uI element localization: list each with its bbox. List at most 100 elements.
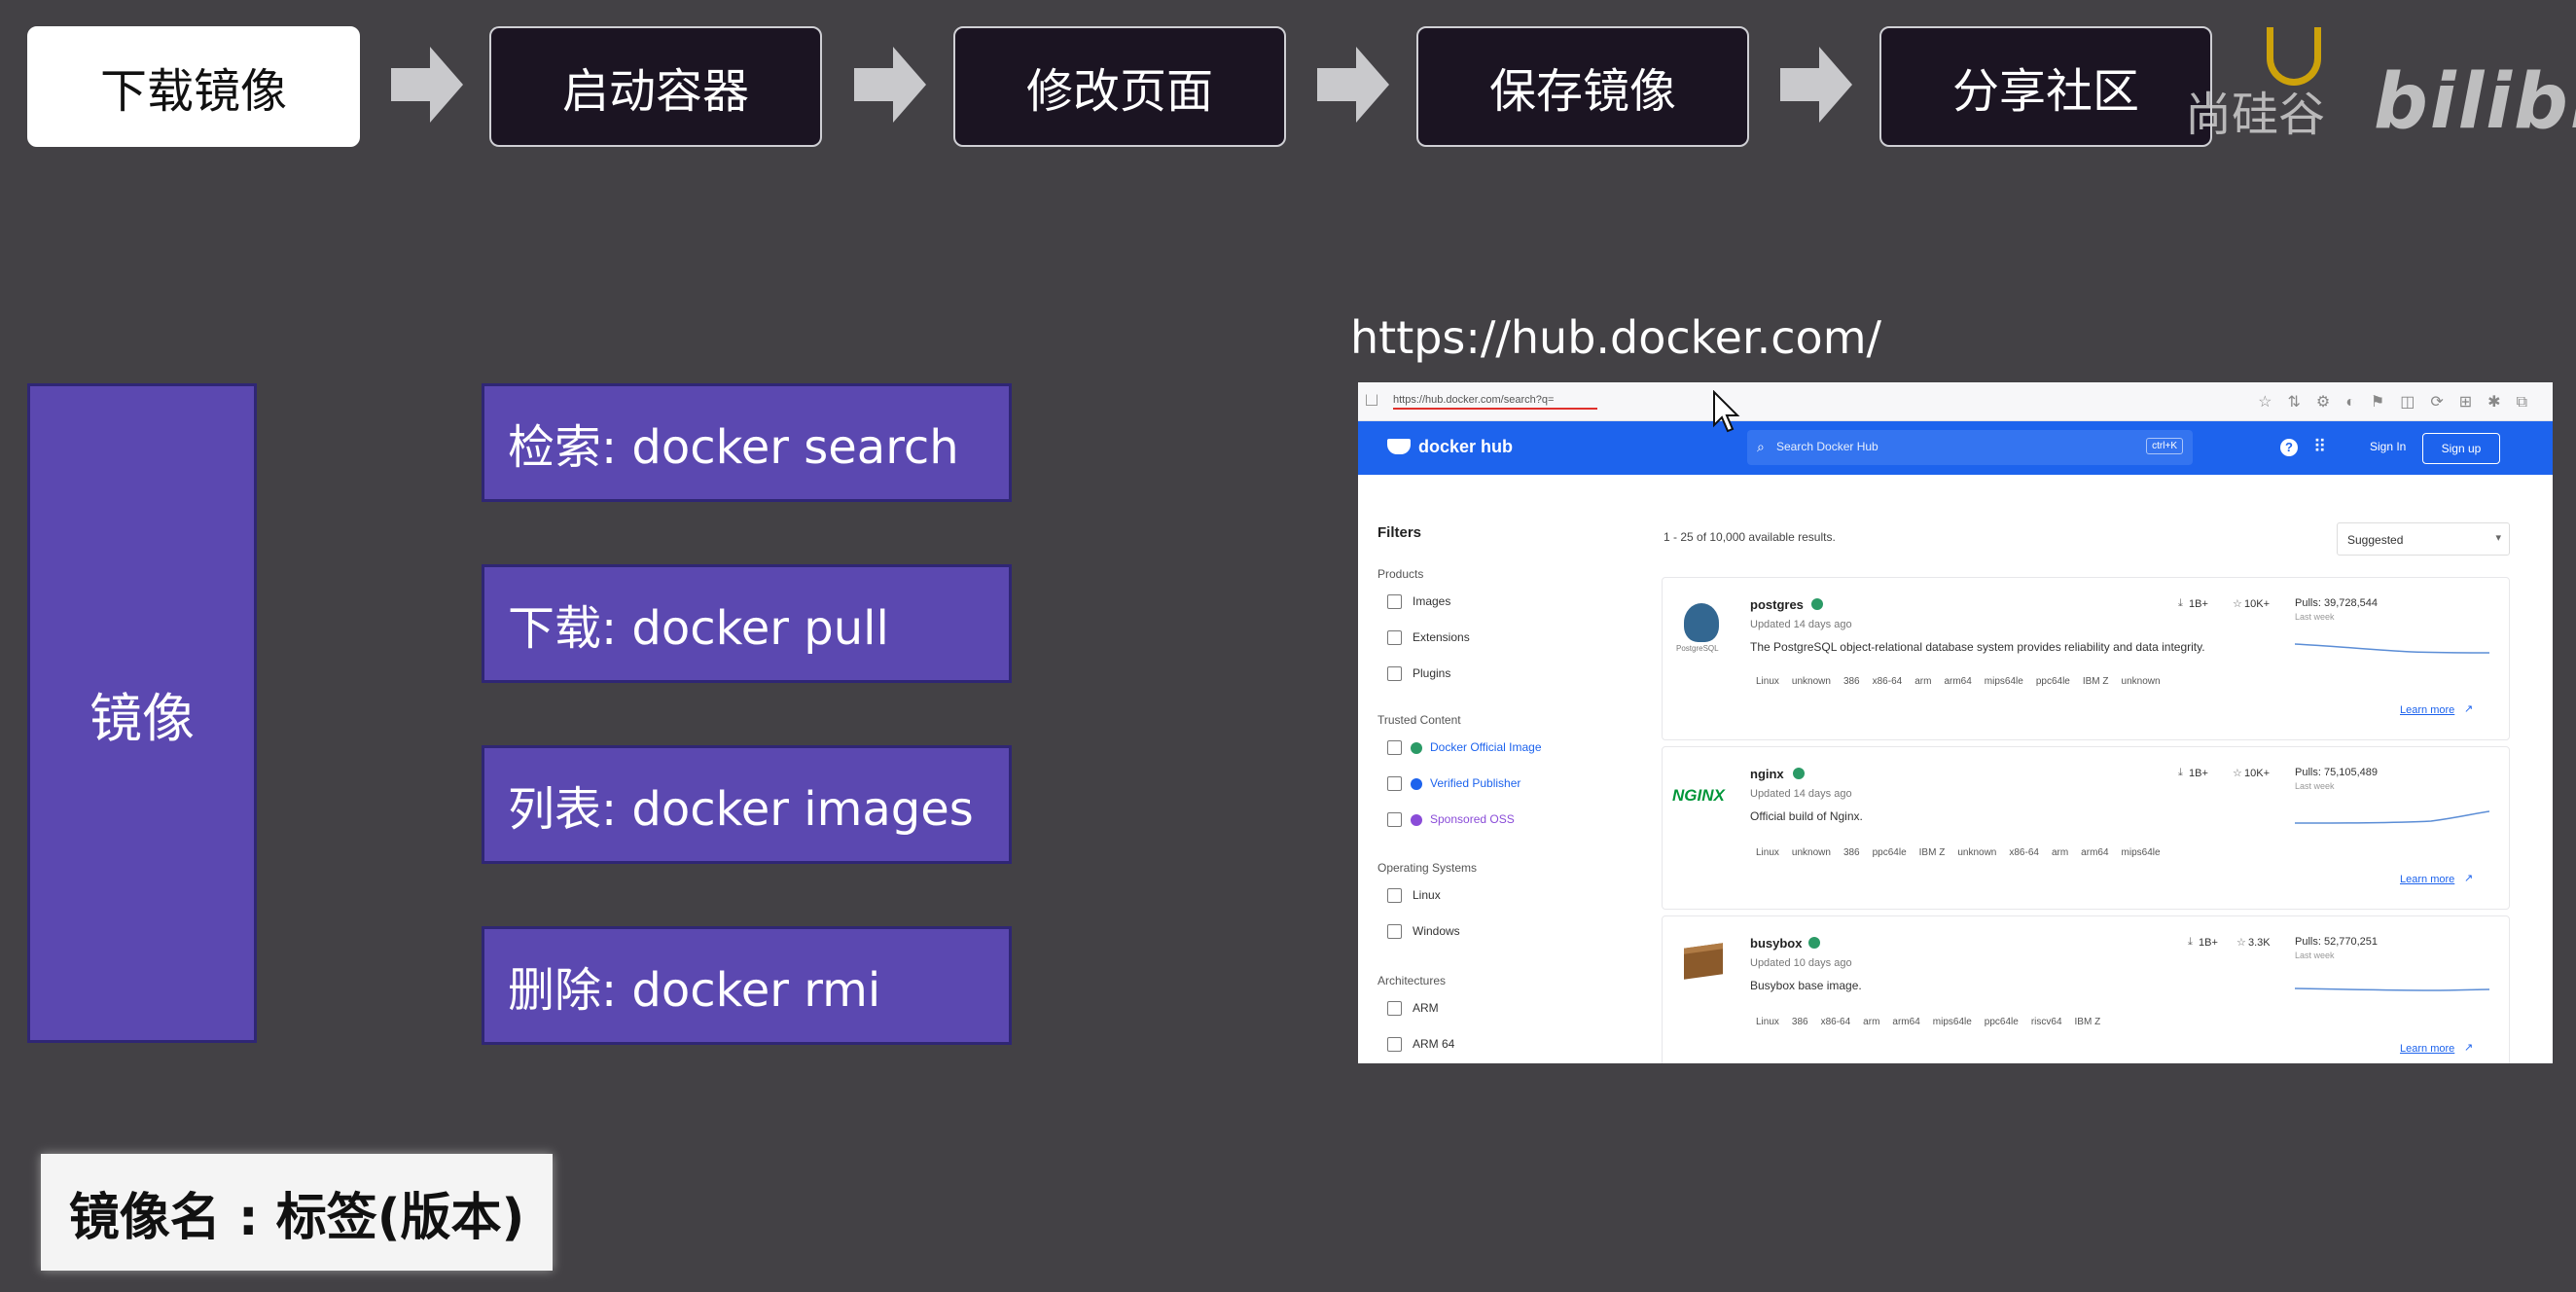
learn-more-link[interactable]: Learn more <box>2400 704 2454 716</box>
flow-step-start-container: 启动容器 <box>489 26 822 147</box>
browser-address-bar[interactable]: https://hub.docker.com/search?q= ☆⇅⚙◐⚑◫⟳… <box>1358 382 2553 421</box>
dockerhub-logo[interactable]: docker hub <box>1418 437 1513 457</box>
sign-up-button[interactable]: Sign up <box>2422 433 2500 464</box>
busybox-box-icon <box>1684 943 1723 980</box>
tag: Linux <box>1756 847 1779 858</box>
search-shortcut-badge: ctrl+K <box>2146 438 2183 454</box>
tag: arm <box>2051 847 2069 858</box>
downloads-count: 1B+ <box>2189 598 2208 610</box>
result-tags: Linux unknown 386 ppc64le IBM Z unknown x86-64… <box>1756 843 2173 860</box>
external-link-icon: ↗ <box>2464 703 2474 715</box>
result-card-busybox[interactable]: busybox Updated 10 days ago Busybox base… <box>1662 915 2510 1063</box>
dockerhub-header: docker hub ⌕ Search Docker Hub ctrl+K ? … <box>1358 421 2553 475</box>
result-name[interactable]: nginx <box>1750 767 1784 781</box>
image-tag-note: 镜像名 : 标签(版本) <box>41 1154 553 1271</box>
external-link-icon: ↗ <box>2464 873 2474 884</box>
chevron-down-icon: ▾ <box>2495 532 2501 544</box>
tag: arm <box>1914 676 1932 687</box>
pulls-count: Pulls: 52,770,251 <box>2295 936 2379 948</box>
cmd-search: 检索: docker search <box>482 383 1012 502</box>
filter-checkbox-verified[interactable] <box>1387 776 1402 791</box>
pulls-sparkline <box>2295 643 2489 654</box>
dockerhub-screenshot: https://hub.docker.com/search?q= ☆⇅⚙◐⚑◫⟳… <box>1358 382 2553 1063</box>
search-icon: ⌕ <box>1757 439 1765 454</box>
tag: mips64le <box>2121 847 2161 858</box>
cmd-rmi: 删除: docker rmi <box>482 926 1012 1045</box>
result-description: Official build of Nginx. <box>1750 809 1863 823</box>
help-icon[interactable]: ? <box>2280 439 2298 456</box>
filter-label: ARM 64 <box>1413 1037 1455 1051</box>
filter-checkbox-plugins[interactable] <box>1387 666 1402 681</box>
arrow-right-icon <box>1317 47 1389 123</box>
arrow-right-icon <box>854 47 926 123</box>
filter-checkbox-arm[interactable] <box>1387 1001 1402 1016</box>
result-updated: Updated 14 days ago <box>1750 619 1852 630</box>
tag: IBM Z <box>1918 847 1946 858</box>
filter-group-trusted: Trusted Content <box>1377 713 1461 727</box>
flow-step-modify-page: 修改页面 <box>953 26 1286 147</box>
filter-label: Extensions <box>1413 630 1470 644</box>
tag: ppc64le <box>1872 847 1907 858</box>
tag: arm64 <box>2081 847 2109 858</box>
watermark-site: bilibili <box>2374 58 2576 146</box>
filter-checkbox-images[interactable] <box>1387 594 1402 609</box>
result-description: The PostgreSQL object-relational databas… <box>1750 640 2205 654</box>
home-icon[interactable] <box>1366 394 1377 406</box>
last-week-label: Last week <box>2295 781 2335 791</box>
result-card-postgres[interactable]: PostgreSQL postgres Updated 14 days ago … <box>1662 577 2510 740</box>
hub-url[interactable]: https://hub.docker.com/ <box>1350 311 1881 364</box>
browser-toolbar-icons[interactable]: ☆⇅⚙◐⚑◫⟳⊞✱⧉ <box>2258 392 2543 412</box>
official-badge-icon <box>1411 742 1422 754</box>
tag: ppc64le <box>2035 676 2070 687</box>
result-tags: Linux 386 x86-64 arm arm64 mips64le ppc64le ris… <box>1756 1012 2113 1029</box>
filter-checkbox-official[interactable] <box>1387 740 1402 755</box>
tag: unknown <box>1791 847 1831 858</box>
tag: IBM Z <box>2082 676 2109 687</box>
result-name[interactable]: postgres <box>1750 597 1804 612</box>
sign-in-link[interactable]: Sign In <box>2370 440 2406 453</box>
stars-count: 10K+ <box>2244 768 2270 779</box>
watermark-org: 尚硅谷 <box>2185 88 2326 142</box>
result-name[interactable]: busybox <box>1750 936 1802 951</box>
postgres-elephant-icon <box>1684 603 1719 642</box>
downloads-count: 1B+ <box>2189 768 2208 779</box>
result-description: Busybox base image. <box>1750 979 1862 992</box>
tag: 386 <box>1843 676 1860 687</box>
star-icon: ☆ <box>2233 598 2242 610</box>
sort-select[interactable]: Suggested ▾ <box>2337 522 2510 556</box>
learn-more-link[interactable]: Learn more <box>2400 874 2454 885</box>
docker-whale-icon[interactable] <box>1387 439 1411 454</box>
filter-checkbox-linux[interactable] <box>1387 888 1402 903</box>
star-icon: ☆ <box>2236 937 2246 949</box>
browser-url[interactable]: https://hub.docker.com/search?q= <box>1393 394 1597 410</box>
stars-count: 10K+ <box>2244 598 2270 610</box>
downloads-count: 1B+ <box>2199 937 2218 949</box>
apps-grid-icon[interactable]: ⠿ <box>2313 437 2326 457</box>
filter-checkbox-arm64[interactable] <box>1387 1037 1402 1052</box>
result-card-nginx[interactable]: NGINX nginx Updated 14 days ago Official… <box>1662 746 2510 910</box>
filter-checkbox-sponsored[interactable] <box>1387 812 1402 827</box>
dockerhub-search-input[interactable]: ⌕ Search Docker Hub ctrl+K <box>1747 430 2193 465</box>
tag: riscv64 <box>2030 1017 2062 1027</box>
tag: mips64le <box>1984 676 2023 687</box>
tag: 386 <box>1791 1017 1808 1027</box>
learn-more-link[interactable]: Learn more <box>2400 1043 2454 1055</box>
filter-label: Images <box>1413 594 1451 608</box>
search-placeholder: Search Docker Hub <box>1776 440 1878 453</box>
filters-title: Filters <box>1377 524 1422 541</box>
download-icon: ⤓ <box>2188 936 2193 948</box>
tag: arm64 <box>1892 1017 1920 1027</box>
filter-label: Verified Publisher <box>1430 776 1521 790</box>
tag: IBM Z <box>2074 1017 2101 1027</box>
result-updated: Updated 10 days ago <box>1750 957 1852 969</box>
tag: mips64le <box>1932 1017 1972 1027</box>
nginx-logo-icon: NGINX <box>1672 786 1725 805</box>
filter-checkbox-extensions[interactable] <box>1387 630 1402 645</box>
last-week-label: Last week <box>2295 951 2335 960</box>
filter-label: Plugins <box>1413 666 1451 680</box>
result-tags: Linux unknown 386 x86-64 arm arm64 mips64le ppc… <box>1756 671 2173 689</box>
verified-badge-icon <box>1411 778 1422 790</box>
tag: unknown <box>2121 676 2161 687</box>
pulls-count: Pulls: 75,105,489 <box>2295 767 2379 778</box>
filter-checkbox-windows[interactable] <box>1387 924 1402 939</box>
